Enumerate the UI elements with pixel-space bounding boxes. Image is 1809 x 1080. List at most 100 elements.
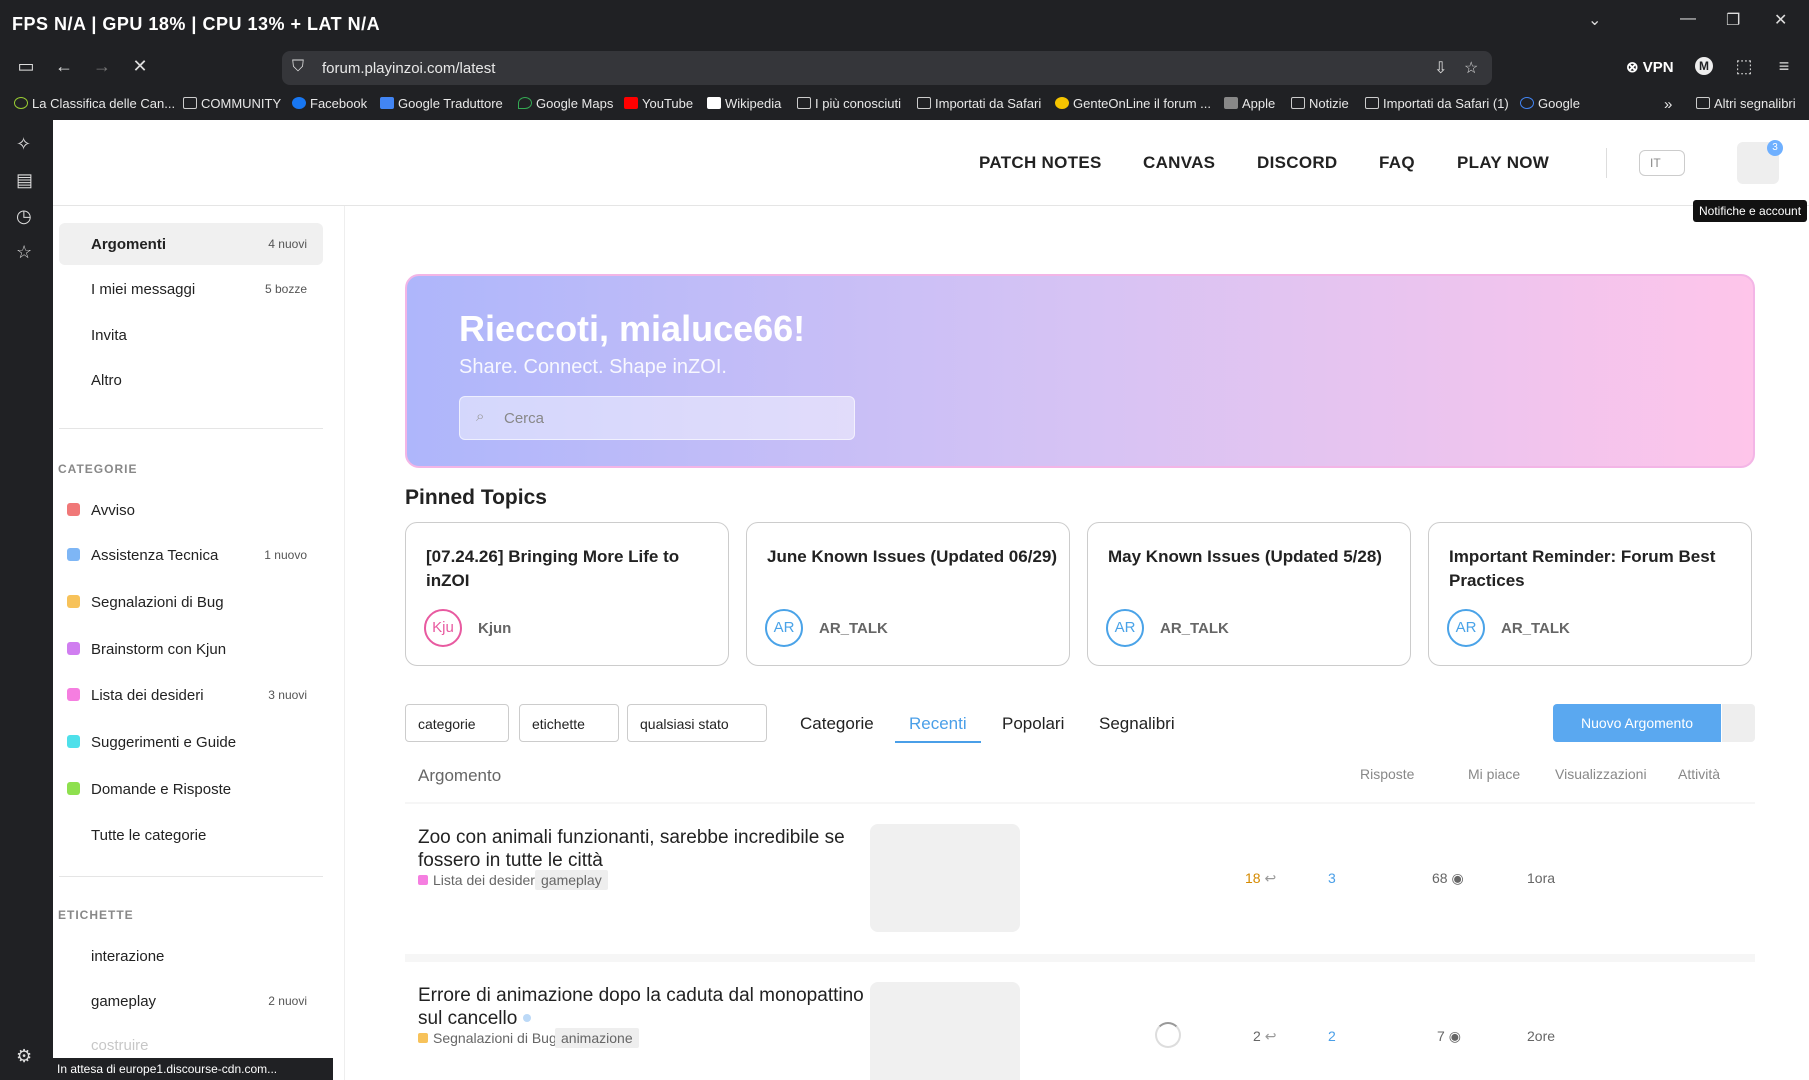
tab-categories[interactable]: Categorie (800, 714, 874, 734)
topic-activity[interactable]: 1ora (1527, 870, 1555, 886)
topic-thumbnail[interactable] (870, 982, 1020, 1080)
sidebar-item-invite[interactable]: Invita (59, 314, 323, 356)
menu-icon[interactable]: ≡ (1772, 56, 1796, 77)
topic-replies[interactable]: 18 ↩ (1245, 870, 1276, 887)
favorites-icon[interactable]: ☆ (16, 242, 32, 263)
bookmark-item[interactable]: Google Maps (518, 96, 613, 111)
sidebar-tag-item[interactable]: interazione (59, 935, 323, 977)
pinned-topic-title[interactable]: [07.24.26] Bringing More Life to inZOI (426, 545, 716, 593)
sidebar-all-categories[interactable]: Tutte le categorie (59, 814, 323, 856)
bookmark-star-icon[interactable]: ☆ (1464, 58, 1478, 78)
column-header-activity[interactable]: Attività (1678, 766, 1720, 782)
sidebar-category-item[interactable]: Assistenza Tecnica 1 nuovo (59, 534, 323, 576)
nav-canvas[interactable]: CANVAS (1143, 153, 1215, 173)
install-app-icon[interactable]: ⇩ (1434, 58, 1447, 78)
table-row[interactable]: Zoo con animali funzionanti, sarebbe inc… (405, 804, 1755, 954)
bookmark-item[interactable]: Google (1520, 96, 1580, 111)
address-bar[interactable]: ⛉ forum.playinzoi.com/latest ⇩ ☆ (282, 51, 1492, 85)
avatar[interactable]: Kju (424, 609, 462, 647)
status-filter-dropdown[interactable]: qualsiasi stato (627, 704, 767, 742)
tab-top[interactable]: Popolari (1002, 714, 1064, 734)
forward-icon[interactable]: → (90, 56, 114, 77)
categories-heading[interactable]: CATEGORIE (58, 462, 137, 476)
pinned-topic-author[interactable]: Kjun (478, 620, 511, 637)
bookmark-folder[interactable]: Notizie (1291, 96, 1349, 111)
bookmark-item[interactable]: Facebook (292, 96, 367, 111)
topic-tag[interactable]: animazione (555, 1028, 639, 1048)
minimize-icon[interactable]: — (1680, 10, 1696, 28)
column-header-likes[interactable]: Mi piace (1468, 766, 1520, 782)
avatar[interactable]: AR (1106, 609, 1144, 647)
pinned-topic-title[interactable]: May Known Issues (Updated 5/28) (1108, 545, 1398, 569)
sidebar-category-item[interactable]: Brainstorm con Kjun (59, 628, 323, 670)
bookmark-folder[interactable]: Importati da Safari (917, 96, 1041, 111)
bookmark-item[interactable]: Apple (1224, 96, 1275, 111)
tab-latest[interactable]: Recenti (909, 714, 967, 734)
bookmark-item[interactable]: YouTube (624, 96, 693, 111)
topic-thumbnail[interactable] (870, 824, 1020, 932)
search-input[interactable]: ⌕ Cerca (459, 396, 855, 440)
new-topic-button[interactable]: Nuovo Argomento (1553, 704, 1721, 742)
language-selector[interactable]: IT (1639, 150, 1685, 176)
profile-avatar[interactable]: M (1695, 57, 1713, 75)
avatar[interactable]: AR (1447, 609, 1485, 647)
table-row[interactable]: Errore di animazione dopo la caduta dal … (405, 962, 1755, 1080)
nav-patch-notes[interactable]: PATCH NOTES (979, 153, 1102, 173)
pinned-topic-card[interactable]: June Known Issues (Updated 06/29) AR AR_… (746, 522, 1070, 666)
stop-loading-icon[interactable]: ✕ (128, 56, 152, 77)
new-topic-options-button[interactable] (1722, 704, 1755, 742)
sidebar-item-my-messages[interactable]: I miei messaggi 5 bozze (59, 268, 323, 310)
column-header-replies[interactable]: Risposte (1360, 766, 1414, 782)
pinned-topic-title[interactable]: June Known Issues (Updated 06/29) (767, 545, 1057, 569)
nav-discord[interactable]: DISCORD (1257, 153, 1338, 173)
categories-filter-dropdown[interactable]: categorie (405, 704, 509, 742)
tab-bookmarks[interactable]: Segnalibri (1099, 714, 1175, 734)
close-icon[interactable]: ✕ (1774, 10, 1787, 30)
save-page-icon[interactable]: ▤ (16, 170, 33, 191)
topic-replies[interactable]: 2 ↩ (1253, 1028, 1276, 1045)
maximize-icon[interactable]: ❐ (1726, 10, 1740, 30)
more-bookmarks-icon[interactable]: » (1664, 96, 1672, 113)
sidebar-item-more[interactable]: Altro (59, 359, 323, 401)
other-bookmarks[interactable]: Altri segnalibri (1696, 96, 1796, 111)
bookmark-folder[interactable]: COMMUNITY (183, 96, 281, 111)
topic-category-link[interactable]: Segnalazioni di Bug (418, 1030, 557, 1046)
bookmark-folder[interactable]: I più conosciuti (797, 96, 901, 111)
column-header-views[interactable]: Visualizzazioni (1555, 766, 1647, 782)
pinned-topic-card[interactable]: [07.24.26] Bringing More Life to inZOI K… (405, 522, 729, 666)
history-icon[interactable]: ◷ (16, 206, 32, 227)
vpn-button[interactable]: ⊗ VPN (1626, 58, 1674, 76)
pinned-topic-author[interactable]: AR_TALK (819, 620, 888, 637)
avatar[interactable]: AR (765, 609, 803, 647)
topic-title-link[interactable]: Errore di animazione dopo la caduta dal … (418, 984, 888, 1030)
aria-ai-icon[interactable]: ✧ (16, 134, 31, 155)
tags-filter-dropdown[interactable]: etichette (519, 704, 619, 742)
column-header-topic[interactable]: Argomento (418, 766, 501, 786)
tags-heading[interactable]: ETICHETTE (58, 908, 134, 922)
settings-gear-icon[interactable]: ⚙ (16, 1046, 32, 1067)
nav-faq[interactable]: FAQ (1379, 153, 1415, 173)
back-icon[interactable]: ← (52, 56, 76, 77)
bookmark-folder[interactable]: Importati da Safari (1) (1365, 96, 1509, 111)
bookmark-item[interactable]: La Classifica delle Can... (14, 96, 175, 111)
topic-category-link[interactable]: Lista dei desideri (418, 872, 538, 888)
topic-title-link[interactable]: Zoo con animali funzionanti, sarebbe inc… (418, 826, 888, 872)
sidebar-category-item[interactable]: Segnalazioni di Bug (59, 581, 323, 623)
topic-tag[interactable]: gameplay (535, 870, 608, 890)
tab-list-icon[interactable]: ⌄ (1588, 10, 1601, 30)
site-info-icon[interactable]: ⛉ (292, 58, 304, 76)
bookmark-item[interactable]: Google Traduttore (380, 96, 503, 111)
topic-activity[interactable]: 2ore (1527, 1028, 1555, 1044)
sidebar-tag-item[interactable]: gameplay 2 nuovi (59, 980, 323, 1022)
pinned-topic-title[interactable]: Important Reminder: Forum Best Practices (1449, 545, 1739, 593)
pinned-topic-author[interactable]: AR_TALK (1501, 620, 1570, 637)
nav-play-now[interactable]: PLAY NOW (1457, 153, 1549, 173)
sidebar-toggle-icon[interactable]: ▭ (14, 56, 38, 77)
sidebar-category-item[interactable]: Domande e Risposte (59, 768, 323, 810)
pinned-topic-card[interactable]: May Known Issues (Updated 5/28) AR AR_TA… (1087, 522, 1411, 666)
sidebar-category-item[interactable]: Lista dei desideri 3 nuovi (59, 674, 323, 716)
extensions-icon[interactable]: ⬚ (1732, 56, 1756, 77)
bookmark-item[interactable]: Wikipedia (707, 96, 781, 111)
pinned-topic-card[interactable]: Important Reminder: Forum Best Practices… (1428, 522, 1752, 666)
sidebar-category-item[interactable]: Avviso (59, 489, 323, 531)
